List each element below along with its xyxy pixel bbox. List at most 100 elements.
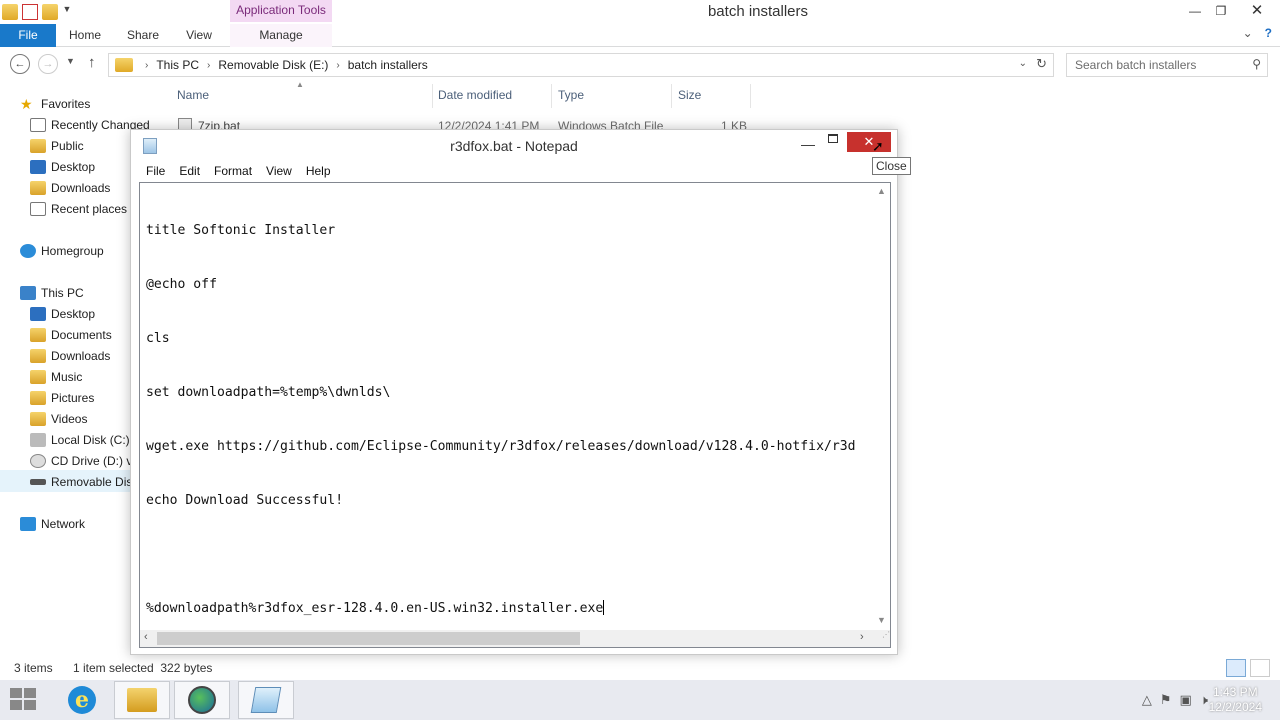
back-button[interactable]: ← (10, 54, 30, 74)
code-line: cls (146, 331, 170, 346)
text-editor[interactable]: title Softonic Installer @echo off cls s… (139, 182, 891, 648)
column-divider[interactable] (432, 84, 433, 108)
network-status-icon[interactable]: ▣ (1180, 692, 1192, 708)
maximize-icon[interactable] (828, 134, 838, 143)
system-clock[interactable]: 1:43 PM 12/2/2024 (1209, 685, 1262, 715)
windows-logo-icon (24, 688, 36, 698)
windows-logo-icon (10, 688, 22, 698)
nav-public[interactable]: Public (30, 136, 84, 156)
menu-format[interactable]: Format (207, 163, 259, 179)
start-button[interactable] (10, 688, 38, 712)
scroll-right-icon[interactable]: › (860, 631, 864, 643)
nav-label: CD Drive (D:) vi (51, 454, 135, 468)
address-dropdown-icon[interactable]: ⌄ (1019, 58, 1027, 69)
nav-label: This PC (41, 286, 84, 300)
column-header-date[interactable]: Date modified (438, 88, 512, 106)
explorer-titlebar: ▼ Application Tools batch installers — ❐… (0, 0, 1280, 24)
horizontal-scrollbar[interactable]: ‹ › (140, 630, 875, 647)
minimize-icon[interactable]: — (1182, 0, 1208, 22)
breadcrumb-this-pc[interactable]: This PC (156, 58, 199, 72)
nav-downloads-fav[interactable]: Downloads (30, 178, 110, 198)
column-divider[interactable] (671, 84, 672, 108)
taskbar-browser[interactable] (174, 681, 230, 719)
tab-home[interactable]: Home (58, 24, 112, 47)
column-header-name[interactable]: Name (177, 88, 209, 106)
up-button[interactable]: ↑ (88, 54, 96, 71)
nav-desktop[interactable]: Desktop (30, 304, 95, 324)
help-icon[interactable]: ? (1265, 26, 1272, 40)
notepad-icon (250, 687, 282, 713)
menu-view[interactable]: View (259, 163, 299, 179)
search-icon[interactable]: ⚲ (1252, 57, 1261, 71)
nav-recent-places[interactable]: Recent places (30, 199, 127, 219)
column-divider[interactable] (750, 84, 751, 108)
tab-manage[interactable]: Manage (230, 24, 332, 47)
action-center-flag-icon[interactable]: ⚑ (1160, 692, 1172, 708)
show-hidden-icons-icon[interactable]: △ (1142, 692, 1152, 708)
search-input[interactable]: Search batch installers ⚲ (1066, 53, 1268, 77)
windows-logo-icon (24, 700, 36, 710)
details-view-icon[interactable] (1226, 659, 1246, 677)
menu-edit[interactable]: Edit (172, 163, 207, 179)
code-line: title Softonic Installer (146, 223, 336, 238)
column-header-type[interactable]: Type (558, 88, 584, 106)
recent-locations-icon[interactable]: ▼ (66, 56, 75, 66)
code-line: echo Download Successful! (146, 493, 344, 508)
nav-removable-disk[interactable]: Removable Dis (30, 472, 132, 492)
scroll-down-icon[interactable]: ▼ (877, 615, 886, 625)
tab-view[interactable]: View (172, 24, 226, 47)
chevron-right-icon: › (145, 59, 149, 71)
system-tray: △ ⚑ ▣ 🕨 (1142, 692, 1208, 708)
nav-label: Recent places (51, 202, 128, 216)
column-header-size[interactable]: Size (678, 88, 701, 106)
forward-button[interactable]: → (38, 54, 58, 74)
recent-places-icon (30, 202, 46, 216)
resize-grip-icon[interactable]: ⋰ (873, 630, 890, 647)
close-button[interactable]: ✕ (847, 132, 891, 152)
column-divider[interactable] (551, 84, 552, 108)
nav-music[interactable]: Music (30, 367, 82, 387)
code-line: %downloadpath%r3dfox_esr-128.4.0.en-US.w… (146, 601, 604, 616)
tab-share[interactable]: Share (116, 24, 170, 47)
scroll-thumb[interactable] (157, 632, 580, 645)
taskbar-internet-explorer[interactable]: e (54, 681, 110, 719)
globe-icon (188, 686, 216, 714)
nav-documents[interactable]: Documents (30, 325, 112, 345)
large-icons-view-icon[interactable] (1250, 659, 1270, 677)
search-placeholder: Search batch installers (1075, 58, 1197, 72)
nav-this-pc[interactable]: This PC (20, 283, 84, 303)
breadcrumb-removable-disk[interactable]: Removable Disk (E:) (218, 58, 328, 72)
breadcrumb-batch-installers[interactable]: batch installers (348, 58, 428, 72)
restore-icon[interactable]: ❐ (1208, 0, 1234, 22)
window-controls: — ❐ ✕ (1182, 0, 1280, 22)
mouse-pointer-icon: ➚ (872, 138, 884, 154)
address-bar[interactable]: › This PC › Removable Disk (E:) › batch … (108, 53, 1054, 77)
scroll-left-icon[interactable]: ‹ (144, 631, 148, 643)
taskbar-file-explorer[interactable] (114, 681, 170, 719)
tab-file[interactable]: File (0, 24, 56, 47)
minimize-icon[interactable]: — (801, 136, 815, 152)
nav-downloads[interactable]: Downloads (30, 346, 110, 366)
nav-pictures[interactable]: Pictures (30, 388, 94, 408)
expand-ribbon-icon[interactable]: ⌄ (1243, 26, 1253, 40)
taskbar-notepad[interactable] (238, 681, 294, 719)
scroll-up-icon[interactable]: ▲ (877, 186, 886, 196)
nav-videos[interactable]: Videos (30, 409, 87, 429)
volume-muted-icon[interactable]: 🕨 (1200, 692, 1208, 708)
nav-homegroup[interactable]: Homegroup (20, 241, 104, 261)
menu-help[interactable]: Help (299, 163, 338, 179)
folder-icon (30, 139, 46, 153)
vertical-scrollbar[interactable]: ▲ ▼ (873, 183, 890, 631)
nav-favorites[interactable]: ★ Favorites (20, 94, 90, 114)
refresh-icon[interactable]: ↻ (1036, 56, 1047, 72)
menu-file[interactable]: File (139, 163, 172, 179)
notepad-titlebar[interactable]: r3dfox.bat - Notepad — ✕ (131, 130, 897, 160)
close-icon[interactable]: ✕ (1234, 0, 1280, 22)
nav-local-disk[interactable]: Local Disk (C:) (30, 430, 130, 450)
homegroup-icon (20, 244, 36, 258)
nav-network[interactable]: Network (20, 514, 85, 534)
internet-explorer-icon: e (68, 686, 96, 714)
nav-cd-drive[interactable]: CD Drive (D:) vi (30, 451, 135, 471)
nav-desktop-fav[interactable]: Desktop (30, 157, 95, 177)
editor-content[interactable]: title Softonic Installer @echo off cls s… (146, 186, 868, 626)
